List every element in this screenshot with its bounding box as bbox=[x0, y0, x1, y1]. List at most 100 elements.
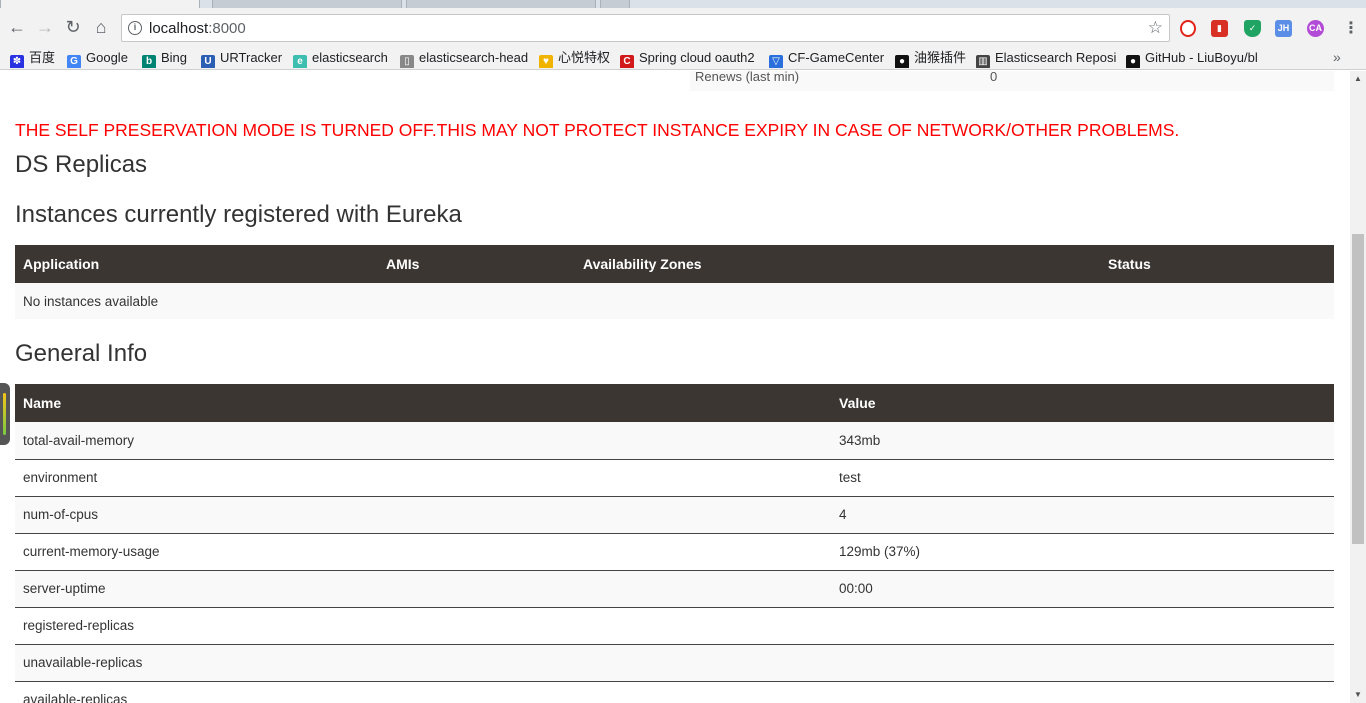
bookmark-item[interactable]: ▽ CF-GameCenter bbox=[769, 48, 889, 68]
more-bookmarks-icon[interactable]: » bbox=[1333, 49, 1341, 65]
bookmark-label: Elasticsearch Reposi bbox=[995, 50, 1117, 65]
info-value bbox=[831, 644, 1334, 682]
back-arrow-icon[interactable]: ← bbox=[8, 18, 26, 36]
table-row: available-replicas bbox=[15, 681, 1334, 703]
info-value bbox=[831, 607, 1334, 645]
column-header-value: Value bbox=[831, 384, 1334, 422]
self-preservation-warning: THE SELF PRESERVATION MODE IS TURNED OFF… bbox=[15, 120, 1180, 140]
info-name: registered-replicas bbox=[15, 607, 831, 645]
table-row: unavailable-replicas bbox=[15, 644, 1334, 682]
urtracker-icon: U bbox=[201, 55, 215, 68]
scroll-up-arrow-icon[interactable]: ▲ bbox=[1350, 73, 1366, 85]
table-row: total-avail-memory 343mb bbox=[15, 422, 1334, 460]
info-name: current-memory-usage bbox=[15, 533, 831, 571]
table-row: registered-replicas bbox=[15, 607, 1334, 645]
forward-arrow-icon[interactable]: → bbox=[36, 18, 54, 36]
ca-extension-icon[interactable]: CA bbox=[1307, 20, 1324, 37]
google-g-icon: G bbox=[67, 55, 81, 68]
heart-gem-icon: ♥ bbox=[539, 55, 553, 68]
general-info-table: Name Value total-avail-memory 343mb enviro… bbox=[15, 384, 1334, 703]
bookmark-item[interactable]: ▯ elasticsearch-head bbox=[400, 48, 530, 68]
page-icon: ▯ bbox=[400, 55, 414, 68]
info-value: 343mb bbox=[831, 422, 1334, 460]
table-header-row: Application AMIs Availability Zones Stat… bbox=[15, 245, 1334, 283]
page-viewport: Renews (last min) 0 THE SELF PRESERVATIO… bbox=[0, 71, 1350, 703]
bookmark-label: CF-GameCenter bbox=[788, 50, 885, 65]
column-header-status: Status bbox=[1100, 245, 1334, 283]
bookmark-label: 油猴插件 bbox=[914, 50, 967, 65]
new-tab-button[interactable] bbox=[600, 0, 630, 8]
table-header-row: Name Value bbox=[15, 384, 1334, 422]
bookmark-item[interactable]: G Google bbox=[67, 48, 137, 68]
bookmark-item[interactable]: C Spring cloud oauth2 bbox=[620, 48, 760, 68]
bookmarks-bar: » ✽ 百度 G Google b Bing U URTracker e elasticsearc… bbox=[0, 46, 1366, 70]
browser-toolbar: ← → ↻ ⌂ i localhost:8000 ☆ ▮ ✓ JH CA ⋮ bbox=[0, 8, 1366, 46]
side-panel-handle[interactable] bbox=[0, 383, 10, 445]
bookmark-label: elasticsearch-head bbox=[419, 50, 529, 65]
info-value: 00:00 bbox=[831, 570, 1334, 608]
spring-c-icon: C bbox=[620, 55, 634, 68]
info-name: total-avail-memory bbox=[15, 422, 831, 460]
table-row: environment test bbox=[15, 459, 1334, 497]
bookmark-item[interactable]: U URTracker bbox=[201, 48, 286, 68]
bookmark-item[interactable]: ● 油猴插件 bbox=[895, 48, 970, 68]
table-row: num-of-cpus 4 bbox=[15, 496, 1334, 534]
jh-extension-icon[interactable]: JH bbox=[1275, 20, 1292, 37]
column-header-name: Name bbox=[15, 384, 831, 422]
info-name: unavailable-replicas bbox=[15, 644, 831, 682]
vertical-scrollbar[interactable]: ▲ ▼ bbox=[1350, 71, 1366, 703]
reload-icon[interactable]: ↻ bbox=[64, 18, 82, 36]
handle-indicator bbox=[3, 393, 6, 435]
bing-icon: b bbox=[142, 55, 156, 68]
info-name: num-of-cpus bbox=[15, 496, 831, 534]
info-value bbox=[831, 681, 1334, 703]
bookmark-item[interactable]: ▥ Elasticsearch Reposi bbox=[976, 48, 1121, 68]
instances-heading: Instances currently registered with Eure… bbox=[15, 201, 462, 228]
info-icon[interactable]: i bbox=[128, 21, 142, 35]
scrollbar-thumb[interactable] bbox=[1352, 234, 1364, 544]
home-icon[interactable]: ⌂ bbox=[92, 18, 110, 36]
row-value: 0 bbox=[990, 71, 998, 84]
bookmark-label: Spring cloud oauth2 bbox=[639, 50, 755, 65]
empty-message: No instances available bbox=[15, 283, 1334, 319]
bookmark-label: GitHub - LiuBoyu/bl bbox=[1145, 50, 1258, 65]
bookmark-label: Bing bbox=[161, 50, 188, 65]
tab-active[interactable] bbox=[0, 0, 200, 8]
table-row: server-uptime 00:00 bbox=[15, 570, 1334, 608]
instances-table: Application AMIs Availability Zones Stat… bbox=[15, 245, 1334, 319]
red-extension-icon[interactable]: ▮ bbox=[1211, 20, 1228, 37]
bookmark-item[interactable]: ● GitHub - LiuBoyu/bl bbox=[1126, 48, 1266, 68]
tampermonkey-icon: ● bbox=[895, 55, 909, 68]
baidu-paw-icon: ✽ bbox=[10, 55, 24, 68]
tab[interactable] bbox=[406, 0, 596, 8]
table-row: current-memory-usage 129mb (37%) bbox=[15, 533, 1334, 571]
kebab-menu-icon[interactable]: ⋮ bbox=[1343, 18, 1359, 38]
bookmark-label: Google bbox=[86, 50, 128, 65]
bookmark-item[interactable]: ♥ 心悦特权 bbox=[539, 48, 614, 68]
info-value: 4 bbox=[831, 496, 1334, 534]
book-icon: ▥ bbox=[976, 55, 990, 68]
address-bar[interactable]: i localhost:8000 ☆ bbox=[121, 14, 1170, 42]
info-name: environment bbox=[15, 459, 831, 497]
tab-strip bbox=[0, 0, 1366, 8]
bookmark-star-icon[interactable]: ☆ bbox=[1148, 18, 1163, 38]
url-text[interactable]: localhost:8000 bbox=[149, 20, 246, 37]
bookmark-label: 心悦特权 bbox=[558, 50, 611, 65]
github-icon: ● bbox=[1126, 55, 1140, 68]
bookmark-item[interactable]: ✽ 百度 bbox=[10, 48, 62, 68]
column-header-application: Application bbox=[15, 245, 378, 283]
info-name: available-replicas bbox=[15, 681, 831, 703]
column-header-availability-zones: Availability Zones bbox=[575, 245, 1100, 283]
scroll-down-arrow-icon[interactable]: ▼ bbox=[1350, 689, 1366, 701]
general-info-heading: General Info bbox=[15, 340, 148, 367]
elasticsearch-icon: e bbox=[293, 55, 307, 68]
tab[interactable] bbox=[212, 0, 402, 8]
info-value: 129mb (37%) bbox=[831, 533, 1334, 571]
opera-extension-icon[interactable] bbox=[1180, 20, 1196, 37]
bookmark-label: 百度 bbox=[29, 50, 56, 65]
bookmark-item[interactable]: b Bing bbox=[142, 48, 197, 68]
shield-extension-icon[interactable]: ✓ bbox=[1244, 20, 1261, 37]
info-name: server-uptime bbox=[15, 570, 831, 608]
url-port: :8000 bbox=[208, 20, 246, 37]
bookmark-item[interactable]: e elasticsearch bbox=[293, 48, 393, 68]
